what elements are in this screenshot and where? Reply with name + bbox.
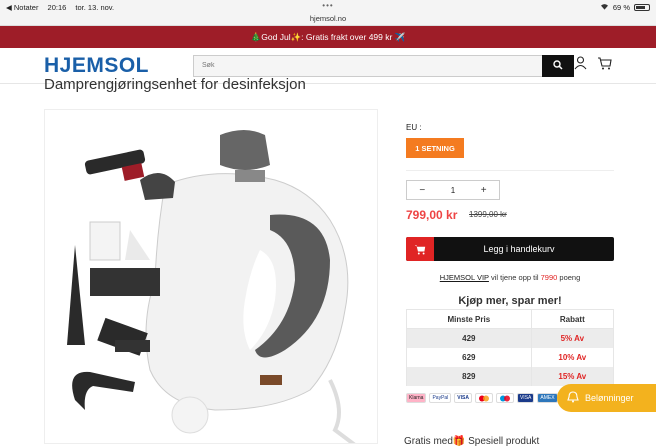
wifi-icon	[600, 3, 609, 12]
variant-option[interactable]: 1 SETNING	[406, 138, 464, 158]
promo-banner: 🎄God Jul✨: Gratis frakt over 499 kr ✈️	[0, 26, 656, 48]
cart-icon[interactable]	[597, 56, 612, 75]
rewards-label: Belønninger	[585, 393, 634, 403]
date: tor. 13. nov.	[75, 2, 115, 12]
quantity-stepper: − 1 +	[406, 180, 500, 200]
search-bar	[193, 54, 574, 77]
search-icon	[553, 58, 563, 73]
column-header: Minste Pris	[406, 309, 532, 329]
increase-button[interactable]: +	[468, 185, 499, 196]
search-input[interactable]	[193, 54, 542, 77]
clock: 20:16	[47, 2, 67, 12]
quantity-value[interactable]: 1	[438, 186, 469, 195]
url-bar[interactable]: hjemsol.no	[0, 14, 656, 26]
maestro-icon	[495, 393, 514, 403]
search-button[interactable]	[542, 54, 574, 77]
add-to-cart-label: Legg i handlekurv	[483, 244, 555, 254]
variant-label: EU :	[406, 123, 422, 132]
visa-electron-icon: VISA	[516, 393, 535, 403]
battery-icon	[634, 3, 650, 11]
add-to-cart-button[interactable]: Legg i handlekurv	[406, 237, 614, 261]
paypal-icon: PayPal	[429, 393, 452, 403]
vip-link[interactable]: HJEMSOL VIP	[440, 273, 489, 282]
status-bar: ◀ Notater 20:16 tor. 13. nov. ••• 69 %	[0, 0, 656, 14]
logo[interactable]: HJEMSOL	[44, 54, 149, 78]
klarna-icon: Klarna	[406, 393, 427, 403]
column-header: Rabatt	[530, 309, 615, 329]
table-row: 829 15% Av	[406, 366, 615, 386]
product-image[interactable]	[44, 109, 378, 444]
table-row: 629 10% Av	[406, 347, 615, 367]
product-title: Damprengjøringsenhet for desinfeksjon	[44, 76, 306, 93]
price: 799,00 kr	[406, 208, 458, 222]
gift-text: Gratis med​🎁 Spesiell produkt	[404, 436, 540, 447]
mastercard-icon	[474, 393, 493, 403]
vip-points-text: HJEMSOL VIP vil tjene opp til 7990 poeng	[439, 273, 581, 282]
divider	[406, 170, 614, 171]
visa-icon: VISA	[454, 393, 472, 403]
decrease-button[interactable]: −	[407, 185, 438, 196]
payment-methods: Klarna PayPal VISA VISA AMEX	[406, 393, 558, 403]
battery-percent: 69 %	[612, 2, 630, 12]
account-icon[interactable]	[574, 56, 587, 75]
discount-table: Minste Pris Rabatt 429 5% Av 629 10% Av …	[406, 309, 615, 386]
old-price: 1399,00 kr	[469, 210, 507, 219]
table-row: 429 5% Av	[406, 328, 615, 348]
back-to-app[interactable]: ◀ Notater	[6, 3, 38, 12]
multitask-dots[interactable]: •••	[322, 1, 333, 10]
cart-icon	[406, 237, 434, 261]
buy-more-heading: Kjøp mer, spar mer!	[458, 295, 562, 307]
bell-icon	[567, 391, 579, 405]
amex-icon: AMEX	[537, 393, 558, 403]
rewards-button[interactable]: Belønninger	[557, 384, 656, 412]
